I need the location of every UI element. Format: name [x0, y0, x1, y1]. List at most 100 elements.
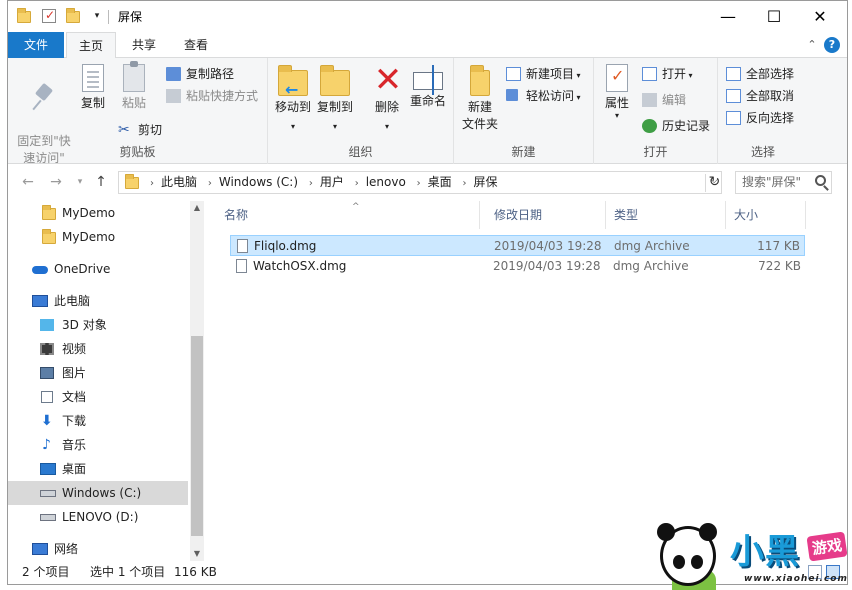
- folder-icon: [125, 174, 139, 189]
- table-row[interactable]: Fliqlo.dmg 2019/04/03 19:28 dmg Archive …: [230, 235, 805, 256]
- drive-icon: [40, 514, 56, 521]
- move-to-label: 移动到: [274, 100, 311, 114]
- breadcrumb-item[interactable]: Windows (C:): [219, 175, 298, 189]
- breadcrumb-item[interactable]: 用户: [320, 175, 344, 189]
- cloud-icon: [32, 266, 48, 274]
- column-header-modified[interactable]: 修改日期: [486, 201, 606, 229]
- nav-item-3d-objects[interactable]: 3D 对象: [8, 313, 188, 337]
- select-all-icon: [726, 67, 741, 81]
- file-modified: 2019/04/03 19:28: [494, 239, 602, 253]
- rename-label: 重命名: [409, 94, 446, 108]
- help-icon[interactable]: ?: [824, 37, 840, 53]
- cut-button[interactable]: ✂ 剪切: [118, 120, 162, 140]
- delete-button[interactable]: ✕ 删除 ▾: [372, 63, 403, 135]
- nav-scrollbar[interactable]: ▲ ▼: [190, 201, 204, 561]
- download-icon: ⬇: [41, 413, 53, 429]
- nav-item-downloads[interactable]: ⬇ 下载: [8, 409, 188, 433]
- nav-item-lenovo-d[interactable]: LENOVO (D:): [8, 505, 188, 529]
- history-button[interactable]: 历史记录: [642, 116, 710, 136]
- minimize-button[interactable]: —: [705, 1, 751, 32]
- column-header-type[interactable]: 类型: [606, 201, 726, 229]
- column-header-size[interactable]: 大小: [726, 201, 806, 229]
- nav-item-desktop[interactable]: 桌面: [8, 457, 188, 481]
- column-label: 名称: [224, 208, 249, 222]
- back-arrow-icon[interactable]: ←: [18, 174, 38, 190]
- scrollbar-thumb[interactable]: [191, 336, 203, 536]
- tab-file[interactable]: 文件: [8, 32, 64, 58]
- nav-item-label: MyDemo: [62, 230, 116, 244]
- new-item-icon: [506, 67, 521, 81]
- file-modified: 2019/04/03 19:28: [493, 259, 601, 273]
- nav-item-documents[interactable]: 文档: [8, 385, 188, 409]
- nav-item-windows-c[interactable]: Windows (C:): [8, 481, 188, 505]
- nav-item-label: 音乐: [62, 438, 87, 452]
- copy-to-button[interactable]: 复制到 ▾: [316, 64, 354, 135]
- paste-button[interactable]: 粘贴: [114, 61, 154, 112]
- tab-home[interactable]: 主页: [66, 32, 117, 59]
- nav-item-onedrive[interactable]: OneDrive: [8, 257, 188, 281]
- address-bar[interactable]: › 此电脑 › Windows (C:) › 用户 › lenovo › 桌面 › 屏保 ⌵: [118, 171, 722, 194]
- video-icon: [40, 343, 54, 355]
- new-folder-button[interactable]: 新建 文件夹: [460, 64, 500, 133]
- file-name: Fliqlo.dmg: [254, 239, 317, 253]
- open-label: 打开: [662, 67, 687, 81]
- nav-item-network[interactable]: 网络: [8, 537, 188, 561]
- copy-path-button[interactable]: 复制路径: [166, 64, 234, 84]
- copy-button[interactable]: 复制: [78, 64, 108, 112]
- tab-share[interactable]: 共享: [120, 32, 168, 58]
- breadcrumb-item[interactable]: 此电脑: [161, 175, 197, 189]
- paste-shortcut-button[interactable]: 粘贴快捷方式: [166, 86, 258, 106]
- properties-quick-icon[interactable]: ✓: [42, 8, 56, 23]
- pin-icon: [28, 81, 60, 113]
- properties-label: 属性: [604, 96, 629, 110]
- up-arrow-icon[interactable]: ↑: [91, 174, 111, 190]
- refresh-icon[interactable]: ↻: [705, 174, 723, 192]
- select-none-label: 全部取消: [746, 89, 795, 103]
- scroll-down-icon[interactable]: ▼: [190, 547, 204, 561]
- watermark-url: www.xiaohei.com: [744, 574, 848, 584]
- breadcrumb-item[interactable]: lenovo: [366, 175, 406, 189]
- breadcrumb-item[interactable]: 屏保: [473, 175, 497, 189]
- search-input[interactable]: 搜索"屏保": [735, 171, 832, 194]
- close-button[interactable]: ✕: [797, 1, 843, 32]
- new-folder-quick-icon[interactable]: [66, 8, 80, 23]
- nav-item-this-pc[interactable]: 此电脑: [8, 289, 188, 313]
- rename-button[interactable]: 重命名: [408, 64, 448, 110]
- nav-item-music[interactable]: ♪ 音乐: [8, 433, 188, 457]
- tab-view[interactable]: 查看: [172, 32, 220, 58]
- select-none-button[interactable]: 全部取消: [726, 86, 794, 106]
- table-row[interactable]: WatchOSX.dmg 2019/04/03 19:28 dmg Archiv…: [230, 256, 805, 277]
- new-item-button[interactable]: 新建项目 ▾: [506, 64, 581, 84]
- edit-button[interactable]: 编辑: [642, 90, 686, 110]
- file-size: 722 KB: [758, 259, 801, 273]
- new-item-label: 新建项目: [526, 67, 575, 81]
- easy-access-button[interactable]: 轻松访问 ▾: [506, 86, 581, 106]
- copy-icon: [82, 64, 104, 92]
- nav-item-mydemo[interactable]: MyDemo: [8, 201, 188, 225]
- 3d-objects-icon: [40, 319, 54, 331]
- select-all-button[interactable]: 全部选择: [726, 64, 794, 84]
- delete-label: 删除: [374, 100, 399, 114]
- nav-item-pictures[interactable]: 图片: [8, 361, 188, 385]
- collapse-ribbon-icon[interactable]: ⌃: [804, 37, 820, 53]
- breadcrumb-item[interactable]: 桌面: [428, 175, 452, 189]
- customize-toolbar-icon[interactable]: ▾: [90, 9, 104, 23]
- drive-icon: [40, 490, 56, 497]
- scroll-up-icon[interactable]: ▲: [190, 201, 204, 215]
- navigation-bar: ← → ▾ ↑ › 此电脑 › Windows (C:) › 用户 › lenovo ›…: [8, 164, 847, 201]
- nav-item-videos[interactable]: 视频: [8, 337, 188, 361]
- paste-shortcut-label: 粘贴快捷方式: [186, 89, 259, 103]
- nav-item-mydemo[interactable]: MyDemo: [8, 225, 188, 249]
- recent-locations-icon[interactable]: ▾: [70, 177, 90, 187]
- properties-button[interactable]: 属性▾: [600, 64, 634, 120]
- column-header-name[interactable]: ^ 名称: [216, 201, 480, 229]
- move-to-button[interactable]: ← 移动到 ▾: [274, 64, 312, 135]
- invert-selection-button[interactable]: 反向选择: [726, 108, 794, 128]
- item-count: 2 个项目: [22, 565, 70, 579]
- panda-mascot-icon: [657, 523, 717, 586]
- nav-item-label: OneDrive: [54, 262, 111, 276]
- open-button[interactable]: 打开 ▾: [642, 64, 693, 84]
- properties-icon: [606, 64, 628, 92]
- forward-arrow-icon[interactable]: →: [46, 174, 66, 190]
- maximize-button[interactable]: ☐: [751, 1, 797, 32]
